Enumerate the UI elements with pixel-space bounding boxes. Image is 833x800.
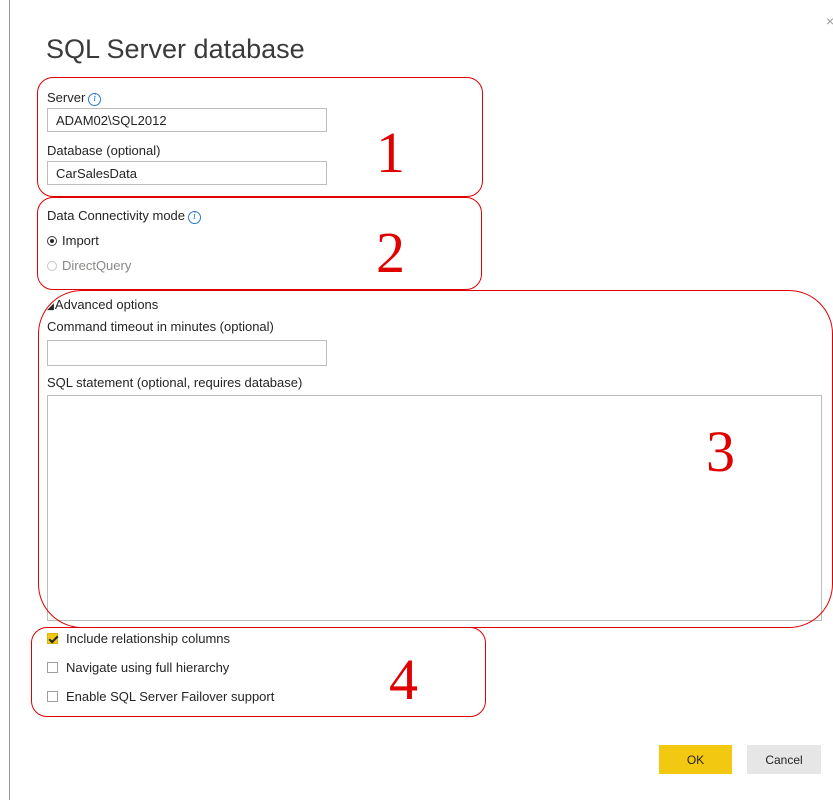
close-icon[interactable]: ×	[826, 14, 833, 28]
annotation-box-1	[37, 77, 483, 197]
cancel-button[interactable]: Cancel	[747, 745, 821, 774]
annotation-number-2: 2	[376, 220, 405, 285]
annotation-number-4: 4	[389, 647, 418, 712]
annotation-number-1: 1	[376, 120, 405, 185]
annotation-box-2	[37, 197, 482, 290]
window-edge	[9, 0, 10, 800]
ok-button[interactable]: OK	[659, 745, 732, 774]
dialog-title: SQL Server database	[46, 34, 305, 64]
annotation-number-3: 3	[706, 419, 735, 484]
